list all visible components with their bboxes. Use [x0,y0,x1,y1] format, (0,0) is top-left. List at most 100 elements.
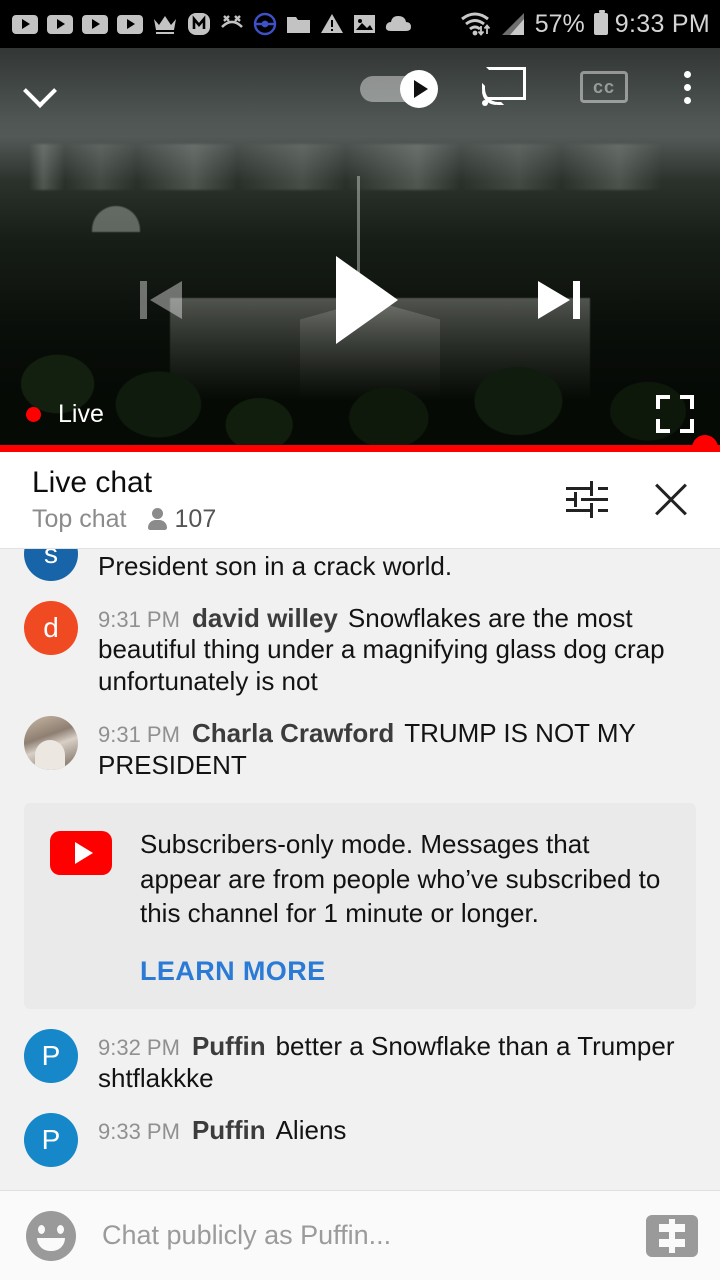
youtube-notification-icon-4 [117,14,143,34]
play-icon[interactable] [312,252,408,348]
chat-input-bar: Chat publicly as Puffin... [0,1190,720,1280]
message-timestamp: 9:31 PM [98,606,180,632]
message-timestamp: 9:33 PM [98,1118,180,1144]
image-icon [354,15,375,33]
message-text: Aliens [275,1114,347,1145]
crown-icon [154,16,176,34]
fullscreen-corner-br [680,419,694,433]
tune-knob-2 [574,492,577,507]
viewer-count-label: 107 [174,504,217,533]
avatar[interactable]: P [24,1112,78,1167]
warning-triangle-icon [321,14,343,33]
live-indicator-dot [26,406,41,422]
tune-line-3b [598,509,608,512]
message-text: better a Snowflake than a Trumper shtfla… [98,1031,675,1093]
status-bar-notification-icons [12,12,459,36]
youtube-notification-icon-1 [12,14,38,34]
chevron-down-icon[interactable] [18,65,62,109]
battery-icon [593,10,608,35]
youtube-notification-icon-3 [82,14,108,34]
message-author[interactable]: Puffin [192,1031,266,1061]
super-chat-dollar-icon[interactable] [646,1214,698,1257]
status-bar-system-icons: 57% 9:33 PM [459,10,710,39]
live-chat-subtitle-row: Top chat 107 [32,505,564,534]
autoplay-toggle[interactable] [360,70,438,108]
messenger-m-icon [188,13,210,35]
tune-line-1 [566,487,592,490]
kebab-dot-1 [683,70,691,78]
kebab-dot-3 [683,96,691,104]
tune-icon[interactable] [564,477,610,523]
status-bar-clock: 9:33 PM [614,9,710,38]
next-track-icon[interactable] [526,271,584,329]
message-author[interactable]: Charla Crawford [192,718,394,748]
learn-more-link[interactable]: LEARN MORE [140,956,326,987]
message-text: President son in a crack world. [98,551,453,581]
close-icon[interactable] [648,477,694,523]
autoplay-toggle-knob [400,70,438,108]
player-top-controls: cc [0,48,720,126]
kebab-dot-2 [683,83,691,91]
live-chat-title-group: Live chat Top chat 107 [32,466,564,534]
avatar[interactable]: s [24,549,78,581]
pokeball-icon [253,12,277,36]
tune-line-3 [566,509,592,512]
message-body: President son in a crack world. [98,549,696,583]
folder-icon [287,16,310,33]
message-author[interactable]: Puffin [192,1115,266,1145]
youtube-logo-icon [50,831,112,876]
android-status-bar: 57% 9:33 PM [0,0,720,48]
fullscreen-corner-bl [656,419,670,433]
live-chat-message-list[interactable]: s President son in a crack world. d 9:31… [0,548,720,1190]
cellular-signal-icon [501,13,524,35]
cast-source-dot [482,100,488,106]
missed-call-icon [221,15,243,28]
wifi-icon [460,12,490,36]
subscribers-only-notice-card: Subscribers-only mode. Messages that app… [24,803,696,1010]
video-skyline-detail [0,144,720,190]
avatar[interactable] [24,715,78,770]
cloud-icon [385,16,411,31]
tune-line-2 [581,498,608,501]
tune-knob-1 [590,481,593,496]
list-item[interactable]: 9:31 PM Charla Crawford TRUMP IS NOT MY PR… [0,706,720,789]
tune-line-1b [598,487,608,490]
closed-captions-icon[interactable]: cc [580,71,628,103]
message-body: 9:33 PM Puffin Aliens [98,1113,696,1167]
list-item[interactable]: P 9:33 PM Puffin Aliens [0,1103,720,1175]
cast-icon[interactable] [482,67,526,107]
notice-body: Subscribers-only mode. Messages that app… [140,827,670,987]
message-text: Snowflakes are the most beautiful thing … [98,602,665,697]
video-player[interactable]: cc Live [0,48,720,452]
message-timestamp: 9:32 PM [98,1035,180,1061]
youtube-notification-icon-2 [47,14,73,34]
player-live-row: Live [0,390,720,438]
chat-mode-label[interactable]: Top chat [32,505,127,534]
video-progress-bar[interactable] [0,435,720,452]
kebab-menu-icon[interactable] [672,67,702,107]
live-label: Live [58,399,104,428]
list-item[interactable]: P 9:32 PM Puffin better a Snowflake than a… [0,1019,720,1102]
notice-text: Subscribers-only mode. Messages that app… [140,829,661,928]
tune-knob-3 [590,503,593,518]
fullscreen-icon[interactable] [656,395,694,433]
message-body: 9:32 PM Puffin better a Snowflake than a T… [98,1029,696,1094]
live-chat-title: Live chat [32,466,153,500]
avatar[interactable]: d [24,600,78,655]
fullscreen-corner-tl [656,395,670,409]
emoji-icon[interactable] [26,1210,76,1261]
chat-input[interactable]: Chat publicly as Puffin... [102,1220,646,1251]
person-icon [147,507,167,531]
list-item[interactable]: d 9:31 PM david willey Snowflakes are the … [0,591,720,706]
fullscreen-corner-tr [680,395,694,409]
avatar[interactable]: P [24,1029,78,1084]
message-body: 9:31 PM Charla Crawford TRUMP IS NOT MY PR… [98,716,696,781]
message-author[interactable]: david willey [192,603,338,633]
message-timestamp: 9:31 PM [98,721,180,747]
list-item[interactable]: s President son in a crack world. [0,549,720,591]
player-center-controls [0,252,720,348]
youtube-live-chat-screen: 57% 9:33 PM cc Live Live chat Top chat 1… [0,0,720,1280]
battery-percent-label: 57% [534,9,585,38]
previous-track-icon[interactable] [136,271,194,329]
message-body: 9:31 PM david willey Snowflakes are the mo… [98,601,696,698]
